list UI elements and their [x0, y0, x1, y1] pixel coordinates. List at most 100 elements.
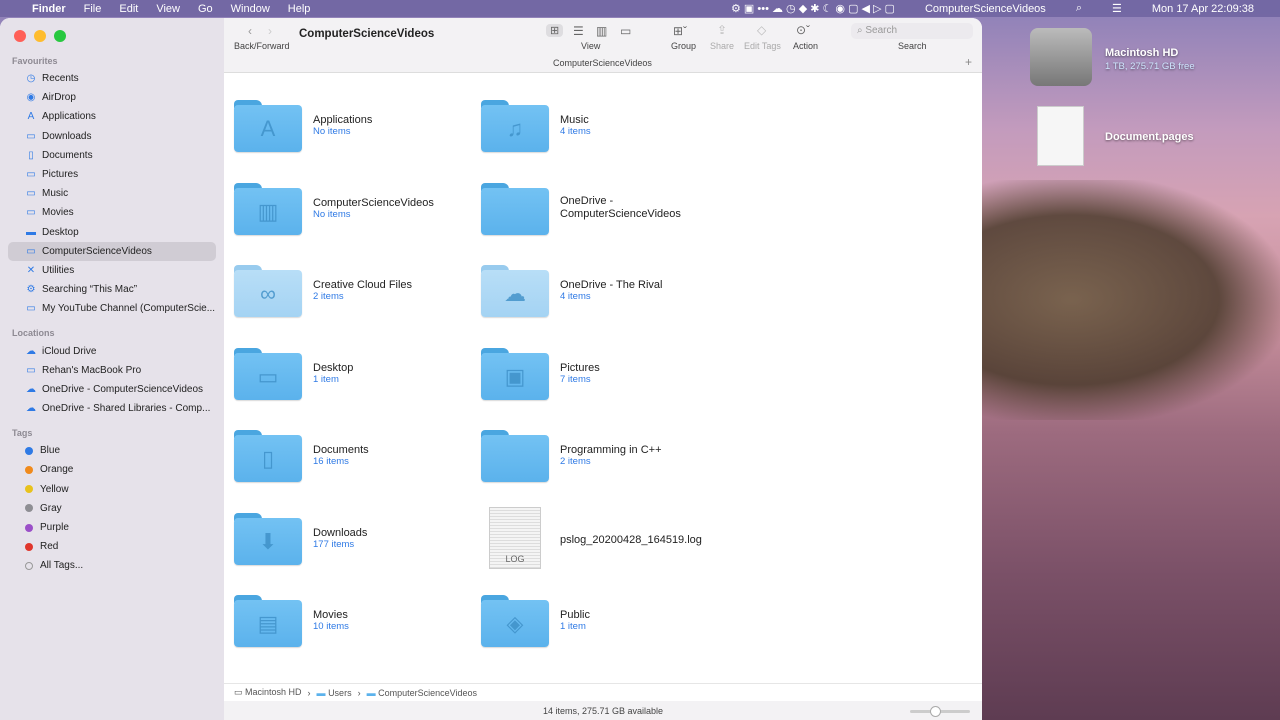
sidebar-item-label: Music	[42, 188, 69, 200]
file-item-movies[interactable]: ▤ Movies 10 items	[234, 595, 474, 649]
spotlight-icon[interactable]: ⌕	[1076, 2, 1082, 15]
file-item-music[interactable]: ♫ Music 4 items	[481, 100, 721, 154]
folder-glyph-icon: A	[260, 116, 276, 141]
toolbar: ‹ › Back/Forward ComputerScienceVideos ⊞…	[224, 18, 982, 73]
file-item-pictures[interactable]: ▣ Pictures 7 items	[481, 347, 721, 402]
sidebar-item-onedrive-computersciencevideos[interactable]: ☁ OneDrive - ComputerScienceVideos	[8, 380, 216, 399]
file-item-public[interactable]: ◈ Public 1 item	[481, 595, 721, 649]
list-view-button[interactable]: ☰	[573, 24, 584, 38]
path-users[interactable]: ▬ Users	[317, 688, 352, 698]
sidebar-item-downloads[interactable]: ▭ Downloads	[8, 127, 216, 146]
file-item-onedrive-computersciencevideos[interactable]: OneDrive - ComputerScienceVideos	[481, 182, 721, 237]
back-button[interactable]: ‹	[248, 24, 252, 38]
sidebar-item-all-tags[interactable]: All Tags...	[8, 556, 216, 575]
sidebar-item-label: My YouTube Channel (ComputerScie...	[42, 303, 216, 315]
desktop-doc-name[interactable]: Document.pages	[1105, 131, 1194, 143]
desktop-hd-name[interactable]: Macintosh HD	[1105, 47, 1178, 59]
sidebar-item-applications[interactable]: A Applications	[8, 107, 216, 126]
tag-color-dot	[25, 504, 33, 513]
onedrive-shared-libraries-comp-icon: ☁	[26, 403, 36, 415]
tab-title: ComputerScienceVideos	[553, 58, 652, 68]
folder-icon: ▯	[234, 430, 302, 482]
status-icons[interactable]: ⚙ ▣ ••• ☁ ◷ ◆ ✱ ☾ ◉ ▢ ◀ ▷ ▢	[731, 2, 895, 15]
datetime[interactable]: Mon 17 Apr 22:09:38	[1152, 3, 1254, 15]
file-item-onedrive-the-rival[interactable]: ☁ OneDrive - The Rival 4 items	[481, 265, 721, 319]
file-item-creative-cloud-files[interactable]: ∞ Creative Cloud Files 2 items	[234, 265, 474, 319]
sidebar-item-red[interactable]: Red	[8, 537, 216, 556]
zoom-button[interactable]	[54, 30, 66, 42]
new-tab-button[interactable]: +	[965, 55, 972, 69]
file-item-desktop[interactable]: ▭ Desktop 1 item	[234, 347, 474, 402]
sidebar-item-onedrive-shared-libraries-comp[interactable]: ☁ OneDrive - Shared Libraries - Comp...	[8, 399, 216, 418]
forward-button[interactable]: ›	[268, 24, 272, 38]
group-button[interactable]: ⊞ˇ	[673, 24, 687, 38]
file-item-computersciencevideos[interactable]: ▥ ComputerScienceVideos No items	[234, 182, 474, 237]
sidebar-item-desktop[interactable]: ▬ Desktop	[8, 223, 216, 242]
menu-app-finder[interactable]: Finder	[32, 3, 66, 15]
sidebar-item-movies[interactable]: ▭ Movies	[8, 203, 216, 222]
sidebar-item-utilities[interactable]: ✕ Utilities	[8, 261, 216, 280]
sidebar-item-pictures[interactable]: ▭ Pictures	[8, 165, 216, 184]
folder-glyph-icon: ▯	[261, 446, 275, 471]
sidebar-item-searching-this-mac[interactable]: ⚙ Searching “This Mac”	[8, 280, 216, 299]
column-view-button[interactable]: ▥	[596, 24, 607, 38]
file-item-applications[interactable]: A Applications No items	[234, 100, 474, 154]
menu-bar: Finder File Edit View Go Window Help ⚙ ▣…	[0, 0, 1280, 17]
icon-view-button[interactable]: ⊞	[546, 24, 564, 37]
sidebar-item-airdrop[interactable]: ◉ AirDrop	[8, 88, 216, 107]
sidebar-item-icloud-drive[interactable]: ☁ iCloud Drive	[8, 341, 216, 360]
path-hd[interactable]: ▭ Macintosh HD	[234, 687, 302, 698]
edit-tags-label: Edit Tags	[744, 41, 781, 51]
document-thumbnail-icon[interactable]	[1037, 106, 1084, 166]
sidebar-item-rehan-s-macbook-pro[interactable]: ▭ Rehan's MacBook Pro	[8, 361, 216, 380]
onedrive-computersciencevideos-icon: ☁	[26, 383, 36, 395]
action-button[interactable]: ⊙ˇ	[796, 23, 810, 37]
gallery-view-button[interactable]: ▭	[620, 24, 631, 38]
sidebar-item-label: Orange	[40, 464, 74, 476]
menu-window[interactable]: Window	[231, 3, 270, 15]
tag-color-dot	[25, 465, 33, 474]
close-button[interactable]	[14, 30, 26, 42]
sidebar-item-computersciencevideos[interactable]: ▭ ComputerScienceVideos	[8, 241, 216, 261]
menu-file[interactable]: File	[84, 3, 102, 15]
menu-go[interactable]: Go	[198, 3, 213, 15]
status-title[interactable]: ComputerScienceVideos	[925, 3, 1046, 15]
sidebar-item-orange[interactable]: Orange	[8, 460, 216, 479]
sidebar-item-yellow[interactable]: Yellow	[8, 480, 216, 499]
sidebar: Favourites ◷ Recents ◉ AirDrop A Applications…	[0, 18, 224, 720]
sidebar-item-label: Blue	[40, 445, 61, 457]
hard-drive-icon[interactable]	[1030, 28, 1092, 86]
file-item-pslog-20200428-164519-log[interactable]: LOG pslog_20200428_164519.log	[481, 506, 721, 569]
minimize-button[interactable]	[34, 30, 46, 42]
folder-icon: ◈	[481, 595, 549, 647]
sidebar-item-label: Movies	[42, 207, 74, 219]
sidebar-item-purple[interactable]: Purple	[8, 518, 216, 537]
sidebar-item-music[interactable]: ▭ Music	[8, 184, 216, 203]
menu-view[interactable]: View	[156, 3, 180, 15]
sidebar-item-label: Rehan's MacBook Pro	[42, 364, 142, 376]
sidebar-item-recents[interactable]: ◷ Recents	[8, 69, 216, 88]
file-item-documents[interactable]: ▯ Documents 16 items	[234, 430, 474, 484]
control-center-icon[interactable]: ☰	[1112, 2, 1122, 15]
file-item-downloads[interactable]: ⬇ Downloads 177 items	[234, 512, 474, 567]
folder-icon: ♫	[481, 100, 549, 152]
back-forward-label: Back/Forward	[234, 41, 290, 51]
downloads-icon: ▭	[26, 130, 36, 142]
sidebar-item-documents[interactable]: ▯ Documents	[8, 146, 216, 165]
share-button[interactable]: ⇪	[717, 23, 727, 37]
menu-edit[interactable]: Edit	[119, 3, 138, 15]
finder-window: Favourites ◷ Recents ◉ AirDrop A Applications…	[0, 18, 982, 720]
sidebar-item-label: Downloads	[42, 130, 92, 142]
menu-help[interactable]: Help	[288, 3, 311, 15]
file-item-programming-in-c[interactable]: Programming in C++ 2 items	[481, 430, 721, 484]
item-count: No items	[313, 208, 351, 220]
icon-size-slider[interactable]	[910, 706, 970, 717]
search-input[interactable]: ⌕ Search	[851, 23, 973, 39]
group-label: Group	[671, 41, 697, 51]
path-current[interactable]: ▬ ComputerScienceVideos	[367, 688, 477, 698]
sidebar-item-blue[interactable]: Blue	[8, 441, 216, 460]
sidebar-item-gray[interactable]: Gray	[8, 499, 216, 518]
edit-tags-button[interactable]: ◇	[757, 23, 766, 37]
folder-icon: ▥	[234, 182, 302, 235]
sidebar-item-my-youtube-channel-computerscie[interactable]: ▭ My YouTube Channel (ComputerScie...	[8, 299, 216, 318]
